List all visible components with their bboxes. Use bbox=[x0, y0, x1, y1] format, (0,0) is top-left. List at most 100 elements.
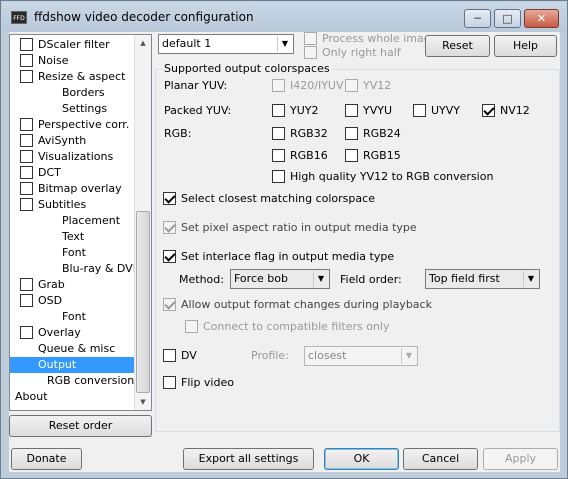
rgb16-label: RGB16 bbox=[290, 149, 328, 162]
checkbox-box bbox=[272, 149, 285, 162]
tree-item[interactable]: Placement bbox=[60, 213, 122, 229]
scroll-up-arrow-icon[interactable]: ▲ bbox=[135, 35, 151, 51]
tree-item[interactable]: RGB conversion bbox=[45, 373, 136, 389]
tree-item-checkbox[interactable] bbox=[20, 278, 33, 291]
donate-button[interactable]: Donate bbox=[11, 448, 82, 470]
ok-button[interactable]: OK bbox=[324, 448, 399, 470]
tree-item[interactable]: Subtitles bbox=[20, 197, 88, 213]
allow-format-changes-checkbox[interactable]: Allow output format changes during playb… bbox=[163, 298, 432, 312]
i420-label: I420/IYUV bbox=[290, 79, 344, 92]
yuy2-checkbox[interactable]: YUY2 bbox=[272, 104, 319, 118]
tree-item[interactable]: Overlay bbox=[20, 325, 83, 341]
tree-item-checkbox[interactable] bbox=[20, 118, 33, 131]
tree-item[interactable]: Font bbox=[60, 309, 88, 325]
rgb24-checkbox[interactable]: RGB24 bbox=[345, 127, 401, 141]
tree-item-checkbox[interactable] bbox=[20, 38, 33, 51]
tree-item-checkbox[interactable] bbox=[20, 134, 33, 147]
checkbox-box bbox=[304, 32, 317, 45]
checkbox-box bbox=[163, 221, 176, 234]
tree-item-checkbox[interactable] bbox=[20, 326, 33, 339]
rgb24-label: RGB24 bbox=[363, 127, 401, 140]
tree-item[interactable]: Settings bbox=[60, 101, 109, 117]
nv12-checkbox[interactable]: NV12 bbox=[482, 104, 530, 118]
preset-select[interactable]: default 1 ▼ bbox=[158, 34, 294, 54]
export-settings-button[interactable]: Export all settings bbox=[183, 448, 314, 470]
rgb15-checkbox[interactable]: RGB15 bbox=[345, 149, 401, 163]
reset-button[interactable]: Reset bbox=[425, 35, 490, 57]
scroll-down-arrow-icon[interactable]: ▼ bbox=[135, 394, 151, 410]
tree-item[interactable]: AviSynth bbox=[20, 133, 88, 149]
dv-label: DV bbox=[181, 349, 197, 362]
tree-item[interactable]: Blu-ray & DVD bbox=[60, 261, 143, 277]
tree-item-checkbox[interactable] bbox=[20, 70, 33, 83]
profile-value: closest bbox=[308, 349, 347, 362]
scroll-thumb[interactable] bbox=[136, 211, 150, 393]
tree-item[interactable]: Bitmap overlay bbox=[20, 181, 124, 197]
tree-item[interactable]: DCT bbox=[20, 165, 63, 181]
reset-order-button[interactable]: Reset order bbox=[9, 415, 152, 437]
checkbox-box bbox=[345, 127, 358, 140]
connect-compatible-checkbox[interactable]: Connect to compatible filters only bbox=[185, 320, 390, 334]
chevron-down-icon: ▼ bbox=[277, 36, 292, 52]
pixel-aspect-label: Set pixel aspect ratio in output media t… bbox=[181, 221, 417, 234]
filter-tree[interactable]: DScaler filter Noise Resize & aspect Border… bbox=[9, 34, 152, 411]
tree-item-checkbox[interactable] bbox=[20, 166, 33, 179]
profile-select[interactable]: closest ▼ bbox=[304, 346, 418, 366]
help-button[interactable]: Help bbox=[494, 35, 557, 57]
hq-yv12-rgb-checkbox[interactable]: High quality YV12 to RGB conversion bbox=[272, 170, 493, 184]
method-select[interactable]: Force bob ▼ bbox=[230, 269, 330, 289]
uyvy-checkbox[interactable]: UYVY bbox=[413, 104, 460, 118]
tree-item[interactable]: Perspective corr. bbox=[20, 117, 131, 133]
tree-item-checkbox[interactable] bbox=[20, 198, 33, 211]
only-right-half-checkbox[interactable]: Only right half bbox=[304, 46, 401, 60]
yv12-checkbox[interactable]: YV12 bbox=[345, 79, 391, 93]
close-button[interactable]: ✕ bbox=[524, 9, 559, 28]
checkbox-box bbox=[272, 170, 285, 183]
yvyu-checkbox[interactable]: YVYU bbox=[345, 104, 392, 118]
i420-checkbox[interactable]: I420/IYUV bbox=[272, 79, 344, 93]
process-whole-image-checkbox[interactable]: Process whole image bbox=[304, 32, 438, 46]
tree-scrollbar[interactable]: ▲ ▼ bbox=[134, 35, 151, 410]
tree-item-checkbox[interactable] bbox=[20, 54, 33, 67]
rgb32-checkbox[interactable]: RGB32 bbox=[272, 127, 328, 141]
allow-format-changes-label: Allow output format changes during playb… bbox=[181, 298, 432, 311]
pixel-aspect-checkbox[interactable]: Set pixel aspect ratio in output media t… bbox=[163, 221, 417, 235]
tree-item[interactable]: Resize & aspect bbox=[20, 69, 127, 85]
tree-item[interactable]: Output bbox=[10, 357, 134, 373]
field-order-select[interactable]: Top field first ▼ bbox=[425, 269, 540, 289]
rgb16-checkbox[interactable]: RGB16 bbox=[272, 149, 328, 163]
tree-item[interactable]: OSD bbox=[20, 293, 64, 309]
hq-yv12-rgb-label: High quality YV12 to RGB conversion bbox=[290, 170, 494, 183]
tree-item-label: Visualizations bbox=[38, 150, 114, 163]
tree-item[interactable]: Text bbox=[60, 229, 86, 245]
tree-item[interactable]: Borders bbox=[60, 85, 107, 101]
connect-compatible-label: Connect to compatible filters only bbox=[203, 320, 390, 333]
tree-item[interactable]: Grab bbox=[20, 277, 67, 293]
tree-item-label: Placement bbox=[62, 214, 121, 227]
minimize-button[interactable]: ─ bbox=[464, 9, 491, 28]
yuy2-label: YUY2 bbox=[290, 104, 319, 117]
tree-item[interactable]: Visualizations bbox=[20, 149, 115, 165]
tree-item[interactable]: Font bbox=[60, 245, 88, 261]
tree-item[interactable]: About bbox=[13, 389, 50, 405]
tree-item-checkbox[interactable] bbox=[20, 150, 33, 163]
closest-colorspace-checkbox[interactable]: Select closest matching colorspace bbox=[163, 192, 375, 206]
apply-button[interactable]: Apply bbox=[483, 448, 558, 470]
cancel-button[interactable]: Cancel bbox=[403, 448, 478, 470]
tree-item-label: Grab bbox=[38, 278, 65, 291]
packed-yuv-label: Packed YUV: bbox=[164, 104, 232, 117]
checkbox-box bbox=[272, 104, 285, 117]
tree-item[interactable]: Queue & misc bbox=[36, 341, 117, 357]
tree-item-label: DScaler filter bbox=[38, 38, 110, 51]
rgb15-label: RGB15 bbox=[363, 149, 401, 162]
maximize-button[interactable]: □ bbox=[494, 9, 521, 28]
uyvy-label: UYVY bbox=[431, 104, 461, 117]
tree-item[interactable]: Noise bbox=[20, 53, 71, 69]
method-value: Force bob bbox=[234, 272, 288, 285]
tree-item-checkbox[interactable] bbox=[20, 182, 33, 195]
flip-video-checkbox[interactable]: Flip video bbox=[163, 376, 234, 390]
interlace-flag-checkbox[interactable]: Set interlace flag in output media type bbox=[163, 250, 394, 264]
dv-checkbox[interactable]: DV bbox=[163, 349, 197, 363]
tree-item-checkbox[interactable] bbox=[20, 294, 33, 307]
tree-item[interactable]: DScaler filter bbox=[20, 37, 112, 53]
